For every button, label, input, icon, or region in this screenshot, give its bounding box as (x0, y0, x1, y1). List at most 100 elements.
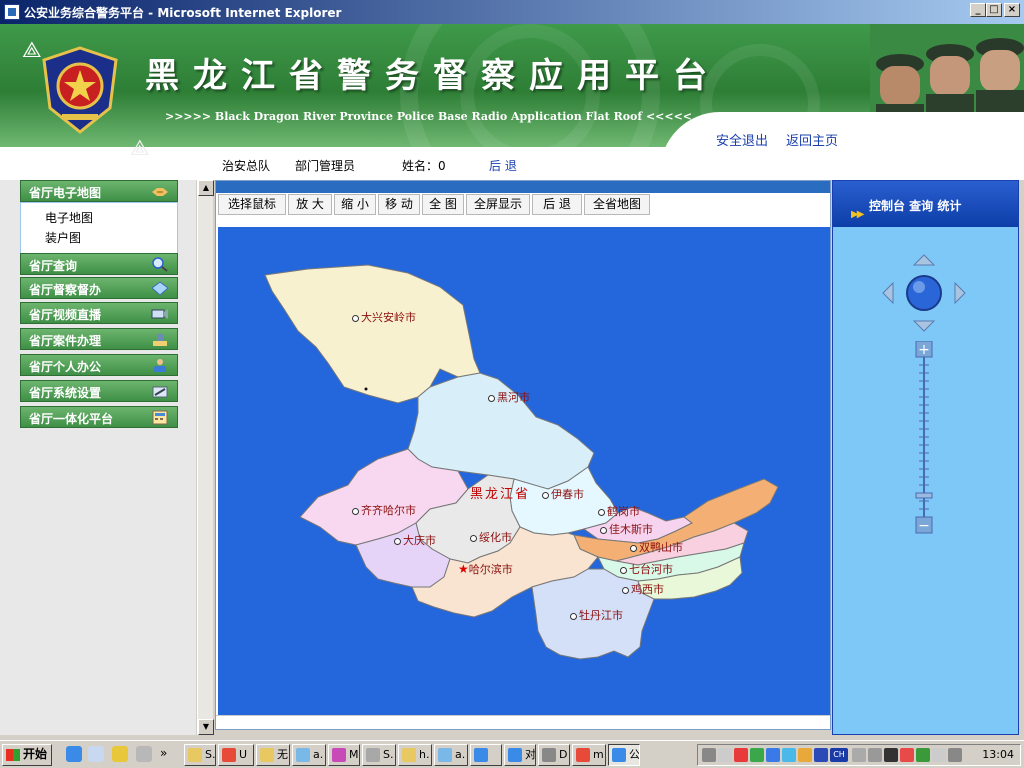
sidebar-item-integration[interactable]: 省厅一体化平台 (20, 406, 178, 428)
desktop-quicklaunch-icon[interactable] (136, 746, 152, 762)
tray-app-icon[interactable] (766, 748, 780, 762)
pan-right-icon[interactable] (954, 281, 966, 305)
city-marker[interactable]: 大庆市 (394, 532, 436, 548)
page-scrollbar[interactable]: ▲ ▼ (197, 180, 214, 735)
system-tray: CH 13:04 (697, 744, 1021, 766)
drive-icon (542, 748, 556, 762)
home-link[interactable]: 返回主页 (786, 130, 838, 149)
tray-app-icon[interactable] (868, 748, 882, 762)
city-marker[interactable]: 黑河市 (488, 389, 530, 405)
taskbar-item[interactable]: m (572, 744, 606, 766)
document-icon (332, 748, 346, 762)
pan-down-icon[interactable] (912, 320, 936, 332)
city-marker[interactable]: 双鸭山市 (630, 539, 683, 555)
sidebar-item-label: 省厅查询 (29, 259, 78, 273)
tool-select[interactable]: 选择鼠标 (218, 194, 286, 215)
tool-zoom-out[interactable]: 缩 小 (334, 194, 376, 215)
control-panel-tabs[interactable]: 控制台 查询 统计 (869, 197, 961, 214)
taskbar-item[interactable]: 无 (256, 744, 290, 766)
stamp-icon (153, 334, 167, 346)
province-label: 黑龙江省 (470, 487, 531, 502)
taskbar-item[interactable]: h. (398, 744, 432, 766)
tray-app-icon[interactable] (948, 748, 962, 762)
zoom-slider[interactable]: + − (915, 340, 933, 541)
tray-app-icon[interactable] (932, 748, 946, 762)
back-link[interactable]: 后 退 (489, 157, 517, 174)
submenu-item-emap[interactable]: 电子地图 (45, 209, 93, 226)
taskbar-item[interactable]: D (538, 744, 570, 766)
camera-icon (151, 309, 168, 319)
city-marker[interactable]: 七台河市 (620, 561, 673, 577)
taskbar-item[interactable]: U (218, 744, 254, 766)
tool-zoom-in[interactable]: 放 大 (288, 194, 332, 215)
maximize-button[interactable]: □ (986, 3, 1002, 17)
scroll-down-button[interactable]: ▼ (198, 719, 214, 735)
city-marker[interactable]: 伊春市 (542, 486, 584, 502)
media-quicklaunch-icon[interactable] (112, 746, 128, 762)
volume-icon[interactable] (718, 748, 732, 762)
taskbar-item[interactable]: S. (362, 744, 396, 766)
sidebar-item-video[interactable]: 省厅视频直播 (20, 302, 178, 324)
taskbar-item[interactable]: S. (184, 744, 216, 766)
tray-app-icon[interactable] (916, 748, 930, 762)
tray-app-icon[interactable] (900, 748, 914, 762)
police-emblem-icon (42, 46, 118, 134)
tray-app-icon[interactable] (884, 748, 898, 762)
taskbar-item[interactable]: a. (434, 744, 468, 766)
tray-app-icon[interactable] (782, 748, 796, 762)
city-marker[interactable]: 大兴安岭市 (352, 309, 416, 325)
city-dot-icon (488, 395, 495, 402)
tool-fullscreen[interactable]: 全屏显示 (466, 194, 530, 215)
city-marker[interactable]: 佳木斯市 (600, 521, 653, 537)
page-header: ⟁ 黑龙江省警务督察应用平台 >>>>> Black Dragon River … (0, 24, 1024, 180)
update-icon[interactable] (750, 748, 764, 762)
city-marker[interactable]: 绥化市 (470, 529, 512, 545)
tool-province-map[interactable]: 全省地图 (584, 194, 650, 215)
antivirus-icon[interactable] (734, 748, 748, 762)
city-marker[interactable]: 牡丹江市 (570, 607, 623, 623)
scroll-up-button[interactable]: ▲ (198, 180, 214, 196)
keyboard-icon[interactable] (852, 748, 866, 762)
close-button[interactable]: × (1004, 3, 1020, 17)
taskbar-item[interactable] (470, 744, 502, 766)
sidebar-item-supervision[interactable]: 省厅督察督办 (20, 277, 178, 299)
tray-app-icon[interactable] (814, 748, 828, 762)
sidebar-item-label: 省厅视频直播 (29, 308, 102, 322)
sidebar-item-office[interactable]: 省厅个人办公 (20, 354, 178, 376)
pan-control (882, 254, 966, 332)
submenu-item-household[interactable]: 装户图 (45, 229, 81, 246)
tool-full-extent[interactable]: 全 图 (422, 194, 464, 215)
map-footer (216, 715, 830, 729)
city-marker[interactable]: 齐齐哈尔市 (352, 502, 416, 518)
pan-up-icon[interactable] (912, 254, 936, 266)
network-icon[interactable] (702, 748, 716, 762)
city-marker[interactable]: 鸡西市 (622, 581, 664, 597)
city-marker[interactable]: 鹤岗市 (598, 503, 640, 519)
tray-app-icon[interactable] (798, 748, 812, 762)
start-button[interactable]: 开始 (2, 744, 52, 766)
ie-quicklaunch-icon[interactable] (66, 746, 82, 762)
taskbar-item-active[interactable]: 公 (608, 744, 640, 766)
minimize-button[interactable]: _ (970, 3, 986, 17)
sidebar-item-query[interactable]: 省厅查询 (20, 253, 178, 275)
pan-center-icon[interactable] (906, 275, 942, 311)
logout-link[interactable]: 安全退出 (716, 130, 768, 149)
magnifier-icon (152, 257, 168, 272)
ime-indicator[interactable]: CH (830, 748, 848, 762)
quicklaunch-more-icon[interactable]: » (160, 746, 167, 760)
taskbar-item[interactable]: M (328, 744, 360, 766)
outlook-quicklaunch-icon[interactable] (88, 746, 104, 762)
taskbar-item[interactable]: 对 (504, 744, 536, 766)
map-canvas[interactable]: 黑龙江省 大兴安岭市 黑河市 伊春市 鹤岗市 齐齐哈尔市 佳木斯市 大庆市 绥化… (218, 227, 830, 715)
double-arrow-icon: ▶▶ (851, 209, 864, 220)
pan-left-icon[interactable] (882, 281, 894, 305)
sidebar-item-label: 省厅督察督办 (29, 283, 102, 297)
taskbar-item[interactable]: a. (292, 744, 326, 766)
tool-pan[interactable]: 移 动 (378, 194, 420, 215)
sidebar-item-cases[interactable]: 省厅案件办理 (20, 328, 178, 350)
sidebar-item-settings[interactable]: 省厅系统设置 (20, 380, 178, 402)
tool-back[interactable]: 后 退 (532, 194, 582, 215)
sidebar-item-map[interactable]: 省厅电子地图 (20, 180, 178, 202)
sidebar-item-label: 省厅案件办理 (29, 334, 102, 348)
capital-marker[interactable]: ★哈尔滨市 (458, 561, 513, 577)
